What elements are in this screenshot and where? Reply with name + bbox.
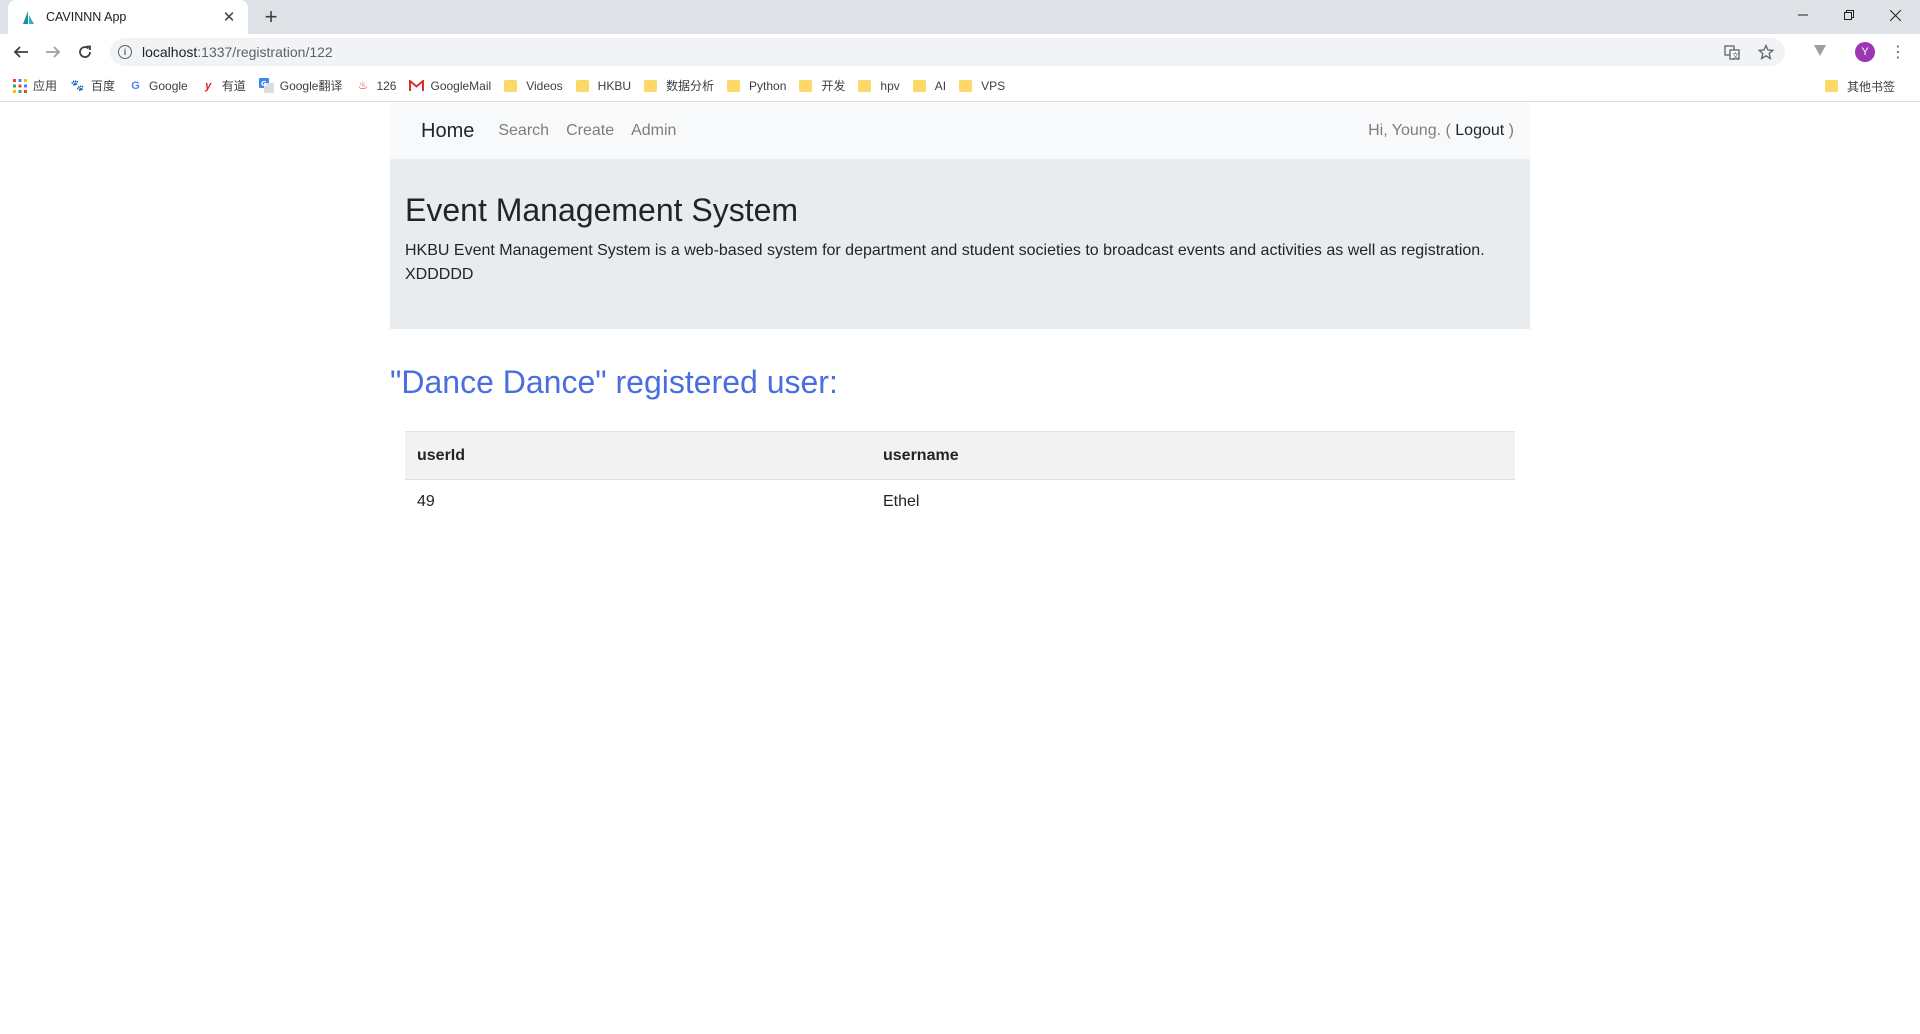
folder-icon xyxy=(1824,80,1838,92)
table-header-row: userId username xyxy=(405,431,1515,481)
close-window-icon[interactable] xyxy=(1872,0,1918,30)
bookmark-google[interactable]: G Google xyxy=(128,74,187,98)
browser-tabstrip: CAVINNN App ✕ + xyxy=(0,0,1920,34)
bookmark-folder-videos[interactable]: Videos xyxy=(504,74,563,98)
folder-icon xyxy=(799,79,813,92)
folder-icon xyxy=(504,79,518,92)
browser-tab[interactable]: CAVINNN App ✕ xyxy=(8,0,248,34)
nav-home-link[interactable]: Home xyxy=(421,120,474,143)
browser-menu-icon[interactable]: ⋮ xyxy=(1890,42,1906,62)
logout-link[interactable]: Logout xyxy=(1455,122,1504,139)
translate-icon[interactable]: 文 xyxy=(1723,43,1741,61)
column-header-username: username xyxy=(871,431,1515,481)
nav-search-link[interactable]: Search xyxy=(498,122,549,140)
page-lead: HKBU Event Management System is a web-ba… xyxy=(405,242,1485,284)
tab-close-icon[interactable]: ✕ xyxy=(220,8,238,26)
url-path: :1337/registration/122 xyxy=(197,44,333,60)
folder-icon xyxy=(858,79,872,92)
back-arrow-icon[interactable] xyxy=(8,39,34,65)
folder-icon xyxy=(575,79,589,92)
svg-text:G: G xyxy=(261,80,267,88)
bookmark-star-icon[interactable] xyxy=(1757,43,1775,61)
bookmarks-bar: 应用 🐾 百度 G Google y 有道 G Google翻译 ♨ 126 G… xyxy=(0,70,1920,102)
url-host: localhost xyxy=(142,44,198,60)
page-title: Event Management System xyxy=(405,192,799,228)
netease-126-icon: ♨ xyxy=(358,80,368,92)
extension-icon[interactable] xyxy=(1812,42,1828,58)
google-translate-icon: G xyxy=(258,78,274,93)
new-tab-icon[interactable]: + xyxy=(260,6,282,28)
bookmark-folder-hkbu[interactable]: HKBU xyxy=(575,74,631,98)
registration-heading: "Dance Dance" registered user: xyxy=(390,364,838,400)
bookmark-folder-vps[interactable]: VPS xyxy=(959,74,1005,98)
bookmark-folder-hpv[interactable]: hpv xyxy=(858,74,900,98)
youdao-y-icon: y xyxy=(205,79,212,92)
tab-title: CAVINNN App xyxy=(46,10,127,24)
site-navbar: Home Search Create Admin Hi, Young. ( Lo… xyxy=(390,103,1530,159)
svg-text:文: 文 xyxy=(1732,51,1739,60)
bookmark-other-folder[interactable]: 其他书签 xyxy=(1824,74,1895,98)
restore-icon[interactable] xyxy=(1826,0,1872,30)
folder-icon xyxy=(727,79,741,92)
gmail-icon xyxy=(409,78,425,93)
forward-arrow-icon[interactable] xyxy=(40,39,66,65)
minimize-icon[interactable] xyxy=(1780,0,1826,30)
baidu-paw-icon: 🐾 xyxy=(70,80,85,92)
site-info-icon[interactable]: i xyxy=(118,45,132,59)
jumbotron: Event Management System HKBU Event Manag… xyxy=(390,159,1530,329)
bookmark-apps[interactable]: 应用 xyxy=(12,74,57,98)
folder-icon xyxy=(912,79,926,92)
bookmark-baidu[interactable]: 🐾 百度 xyxy=(70,74,115,98)
user-greeting: Hi, Young. ( Logout ) xyxy=(1368,122,1514,140)
greeting-close-paren: ) xyxy=(1508,122,1514,139)
bookmark-youdao[interactable]: y 有道 xyxy=(201,74,246,98)
greeting-text: Hi, Young. ( xyxy=(1368,122,1451,139)
registration-table: userId username 49 Ethel xyxy=(405,431,1515,524)
bookmark-folder-ai[interactable]: AI xyxy=(912,74,946,98)
bookmark-126[interactable]: ♨ 126 xyxy=(355,74,396,98)
profile-avatar[interactable]: Y xyxy=(1855,42,1875,62)
table-row: 49 Ethel xyxy=(405,480,1515,525)
apps-grid-icon xyxy=(12,78,27,93)
cell-username: Ethel xyxy=(883,493,920,511)
cell-userid: 49 xyxy=(417,493,435,511)
google-g-icon: G xyxy=(131,79,140,92)
reload-icon[interactable] xyxy=(72,39,98,65)
bookmark-folder-data-analysis[interactable]: 数据分析 xyxy=(644,74,714,98)
bookmark-folder-dev[interactable]: 开发 xyxy=(799,74,845,98)
bookmark-google-translate[interactable]: G Google翻译 xyxy=(258,74,342,98)
browser-toolbar: i localhost:1337/registration/122 文 Y ⋮ xyxy=(0,34,1920,70)
app-favicon-icon xyxy=(20,9,36,25)
bookmark-googlemail[interactable]: GoogleMail xyxy=(409,74,491,98)
address-bar[interactable]: i localhost:1337/registration/122 文 xyxy=(110,38,1785,66)
folder-icon xyxy=(644,79,658,92)
nav-create-link[interactable]: Create xyxy=(566,122,614,140)
bookmark-folder-python[interactable]: Python xyxy=(727,74,786,98)
column-header-userid: userId xyxy=(405,431,871,481)
folder-icon xyxy=(959,79,973,92)
nav-admin-link[interactable]: Admin xyxy=(631,122,676,140)
page-container: Home Search Create Admin Hi, Young. ( Lo… xyxy=(390,103,1530,524)
